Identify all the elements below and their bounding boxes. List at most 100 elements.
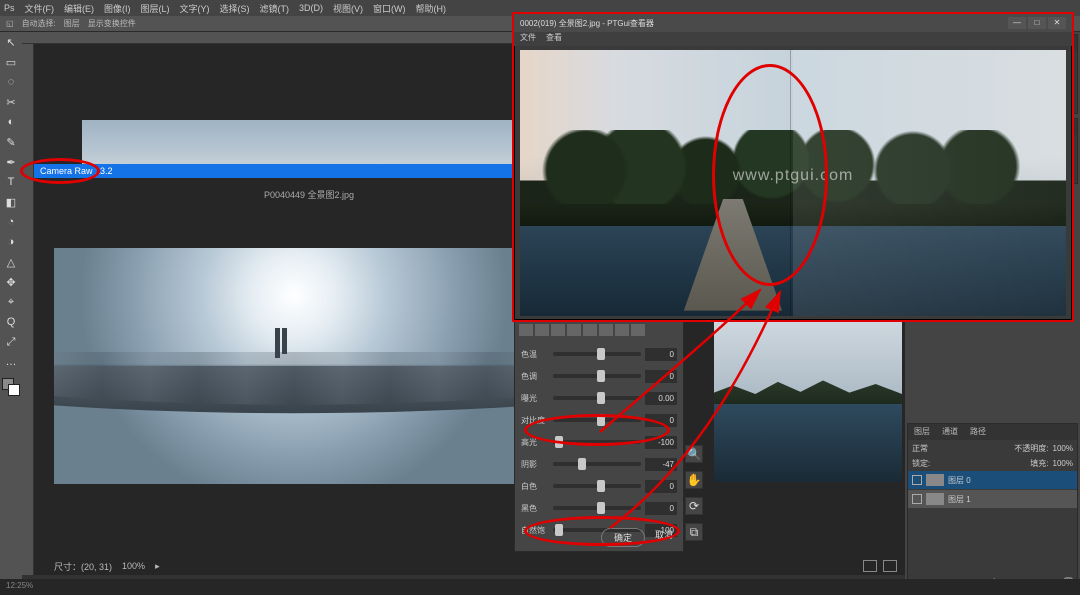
tool-gradient[interactable]: ◑ [0, 232, 22, 252]
menu-filter[interactable]: 滤镜(T) [260, 2, 290, 15]
background-color[interactable] [8, 384, 20, 396]
acr-tab-icon[interactable] [631, 324, 645, 336]
acr-slider[interactable] [553, 396, 641, 400]
acr-value[interactable]: 0 [645, 502, 677, 515]
tool-marquee[interactable]: ▭ [0, 52, 22, 72]
acr-value[interactable]: 0 [645, 370, 677, 383]
menu-layer[interactable]: 图层(L) [141, 2, 170, 15]
ptgui-viewer-window[interactable]: 0002(019) 全景图2.jpg - PTGui查看器 — □ ✕ 文件 查… [512, 12, 1074, 322]
popup-max-button[interactable]: □ [1028, 17, 1046, 29]
ok-button[interactable]: 确定 [601, 528, 645, 547]
tab-layers[interactable]: 图层 [908, 424, 936, 440]
tool-crop[interactable]: ✂ [0, 92, 22, 112]
acr-tab-icon[interactable] [567, 324, 581, 336]
opt-autoselect-value[interactable]: 图层 [64, 18, 80, 29]
acr-zoom-icon[interactable]: 🔍 [685, 445, 703, 463]
ruler-vertical[interactable] [22, 44, 34, 575]
tool-dodge[interactable]: ◔ [0, 212, 22, 232]
toolbox[interactable]: ↖ ▭ ◌ ✂ ◐ ✎ ✒ T ◧ ◔ ◑ △ ✥ ⌖ Q ⤢ … [0, 32, 22, 595]
view-compare-icon[interactable] [883, 560, 897, 572]
layer-row[interactable]: 图层 0 [908, 471, 1077, 489]
cancel-button[interactable]: 取消 [655, 528, 673, 547]
layer-thumb[interactable] [926, 474, 944, 486]
menu-help[interactable]: 帮助(H) [416, 2, 447, 15]
acr-value[interactable]: -47 [645, 458, 677, 471]
acr-row-1[interactable]: 色调0 [521, 365, 677, 387]
acr-value[interactable]: 0 [645, 414, 677, 427]
acr-value[interactable]: -100 [645, 436, 677, 449]
acr-slider[interactable] [553, 462, 641, 466]
acr-row-7[interactable]: 黑色0 [521, 497, 677, 519]
acr-rotate-icon[interactable]: ⟳ [685, 497, 703, 515]
acr-value[interactable]: 0 [645, 348, 677, 361]
popup-close-button[interactable]: ✕ [1048, 17, 1066, 29]
tool-hand[interactable]: ✥ [0, 272, 22, 292]
acr-tab-icon[interactable] [599, 324, 613, 336]
status-zoom[interactable]: 100% [122, 561, 145, 571]
popup-titlebar[interactable]: 0002(019) 全景图2.jpg - PTGui查看器 — □ ✕ [514, 14, 1072, 32]
tool-path[interactable]: △ [0, 252, 22, 272]
tool-brush[interactable]: ✎ [0, 132, 22, 152]
acr-slider[interactable] [553, 484, 641, 488]
layer-thumb[interactable] [926, 493, 944, 505]
acr-row-5[interactable]: 阴影-47 [521, 453, 677, 475]
acr-row-2[interactable]: 曝光0.00 [521, 387, 677, 409]
tool-shape[interactable]: ◧ [0, 192, 22, 212]
acr-slider[interactable] [553, 418, 641, 422]
menu-select[interactable]: 选择(S) [220, 2, 250, 15]
popup-min-button[interactable]: — [1008, 17, 1026, 29]
acr-row-4[interactable]: 高光-100 [521, 431, 677, 453]
acr-slider[interactable] [553, 506, 641, 510]
tool-eyedrop[interactable]: ◐ [0, 112, 22, 132]
visibility-icon[interactable] [912, 475, 922, 485]
acr-tab-icon[interactable] [535, 324, 549, 336]
menu-edit[interactable]: 编辑(E) [64, 2, 94, 15]
acr-tabstrip[interactable] [515, 321, 683, 339]
camera-raw-panel[interactable]: 色温0色调0曝光0.00对比度0高光-100阴影-47白色0黑色0自然饱-100… [514, 320, 684, 552]
popup-menu-file[interactable]: 文件 [520, 32, 536, 46]
popup-menu-view[interactable]: 查看 [546, 32, 562, 46]
acr-tab-icon[interactable] [583, 324, 597, 336]
tool-zoom[interactable]: ⌖ [0, 292, 22, 312]
color-swatches[interactable] [0, 376, 22, 398]
acr-slider[interactable] [553, 374, 641, 378]
panel-layers[interactable]: 图层通道路径 正常 不透明度: 100% 锁定: 填充: 100% 图层 0 图… [907, 423, 1078, 593]
menu-3d[interactable]: 3D(D) [299, 3, 323, 13]
acr-tab-icon[interactable] [551, 324, 565, 336]
acr-hand-icon[interactable]: ✋ [685, 471, 703, 489]
menu-window[interactable]: 窗口(W) [373, 2, 406, 15]
acr-compare-icon[interactable]: ⧉ [685, 523, 703, 541]
acr-value[interactable]: 0.00 [645, 392, 677, 405]
fill-value[interactable]: 100% [1053, 459, 1073, 468]
menu-type[interactable]: 文字(Y) [180, 2, 210, 15]
opt-transform-label[interactable]: 显示变换控件 [88, 18, 136, 29]
acr-row-3[interactable]: 对比度0 [521, 409, 677, 431]
tab-paths[interactable]: 路径 [964, 424, 992, 440]
popup-menubar[interactable]: 文件 查看 [514, 32, 1072, 46]
layer-name[interactable]: 图层 0 [948, 475, 971, 486]
layer-row[interactable]: 图层 1 [908, 490, 1077, 508]
status-arrow[interactable]: ▸ [155, 561, 160, 572]
view-single-icon[interactable] [863, 560, 877, 572]
acr-value[interactable]: 0 [645, 480, 677, 493]
tool-type[interactable]: T [0, 172, 22, 192]
tool-quickmask[interactable]: Q [0, 312, 22, 332]
tool-lasso[interactable]: ◌ [0, 72, 22, 92]
layer-name[interactable]: 图层 1 [948, 494, 971, 505]
acr-slider[interactable] [553, 440, 641, 444]
acr-row-6[interactable]: 白色0 [521, 475, 677, 497]
blend-mode[interactable]: 正常 [912, 443, 928, 454]
acr-slider[interactable] [553, 352, 641, 356]
acr-row-0[interactable]: 色温0 [521, 343, 677, 365]
acr-tab-icon[interactable] [615, 324, 629, 336]
acr-tab-icon[interactable] [519, 324, 533, 336]
tool-screen[interactable]: ⤢ [0, 332, 22, 352]
tab-channels[interactable]: 通道 [936, 424, 964, 440]
filter-banner[interactable]: Camera Raw 13.2 [34, 164, 534, 178]
tool-more[interactable]: … [0, 352, 22, 372]
tool-move[interactable]: ↖ [0, 32, 22, 52]
menu-view[interactable]: 视图(V) [333, 2, 363, 15]
tool-pen[interactable]: ✒ [0, 152, 22, 172]
menu-file[interactable]: 文件(F) [25, 2, 55, 15]
acr-side-tools[interactable]: 🔍 ✋ ⟳ ⧉ [685, 445, 705, 541]
